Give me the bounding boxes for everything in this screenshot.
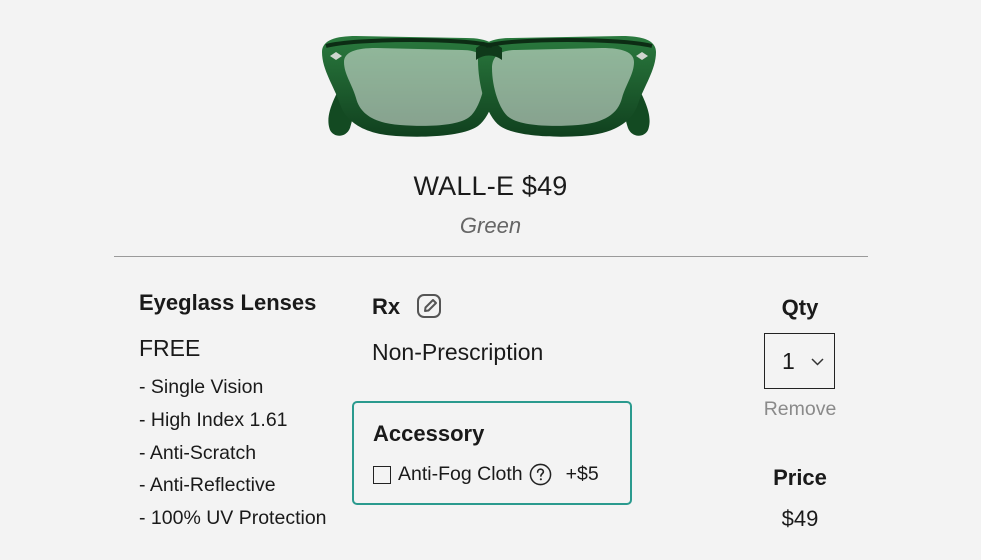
accessory-box: Accessory Anti-Fog Cloth +$5 [352, 401, 632, 505]
lens-feature: - Anti-Scratch [139, 441, 257, 464]
rx-title: Rx [372, 294, 401, 319]
accessory-option[interactable]: Anti-Fog Cloth +$5 [373, 463, 599, 486]
product-color: Green [459, 213, 522, 238]
product-image [322, 36, 656, 137]
remove-link[interactable]: Remove [740, 398, 860, 421]
price-value: $49 [781, 506, 819, 531]
qty-title: Qty [781, 295, 819, 320]
lens-feature: - High Index 1.61 [139, 408, 288, 431]
product-name-price: WALL-E $49 [413, 171, 568, 201]
anti-fog-checkbox[interactable] [373, 465, 391, 484]
question-circle-icon[interactable] [529, 463, 552, 486]
price-title: Price [773, 465, 827, 490]
quantity-select[interactable]: 1 [764, 333, 835, 389]
rx-value: Non-Prescription [372, 339, 544, 365]
divider [114, 256, 868, 257]
lenses-price: FREE [139, 335, 201, 361]
quantity-value: 1 [782, 348, 795, 374]
accessory-option-label: Anti-Fog Cloth [398, 463, 523, 485]
edit-pencil-icon[interactable] [415, 292, 443, 320]
lens-feature: - Anti-Reflective [139, 474, 276, 497]
lens-feature: - Single Vision [139, 376, 264, 398]
lenses-title: Eyeglass Lenses [139, 290, 317, 315]
chevron-down-icon [811, 358, 824, 366]
accessory-option-price: +$5 [565, 463, 599, 485]
cart-item: WALL-E $49 Green Eyeglass Lenses FREE - … [0, 0, 981, 560]
accessory-title: Accessory [373, 421, 485, 446]
lens-features-list: - Single Vision - High Index 1.61 - Anti… [139, 371, 327, 535]
lens-feature: - 100% UV Protection [139, 507, 327, 530]
